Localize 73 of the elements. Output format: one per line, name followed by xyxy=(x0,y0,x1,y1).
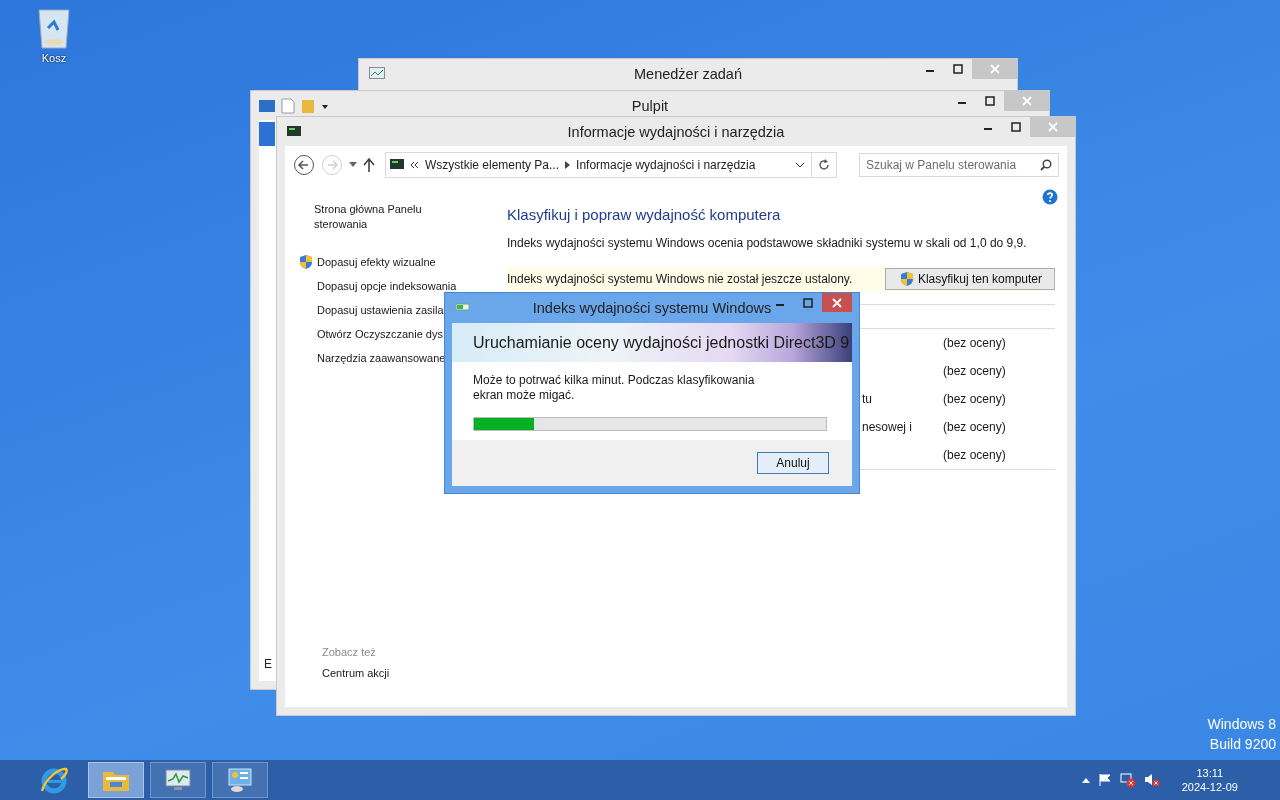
section-heading: Zobacz też xyxy=(322,646,377,658)
recycle-bin-icon[interactable] xyxy=(36,6,72,50)
breadcrumb[interactable]: Informacje wydajności i narzędzia xyxy=(576,158,756,172)
sidebar-link[interactable]: Dopasuj opcje indeksowania xyxy=(317,280,457,292)
rate-button[interactable]: Klasyfikuj ten komputer xyxy=(884,268,1055,290)
sidebar-link[interactable]: Dopasuj ustawienia zasila xyxy=(317,304,444,316)
monitor-icon xyxy=(287,125,301,138)
sidebar-link[interactable]: Dopasuj efekty wizualne xyxy=(317,256,436,268)
dialog-title: Indeks wydajności systemu Windows xyxy=(532,300,772,316)
window-title: Pulpit xyxy=(631,97,669,114)
search-icon xyxy=(1040,159,1052,171)
description-text: Indeks wydajności systemu Windows ocenia podstawowe składniki systemu w skali od 1,0 do 9,9. xyxy=(507,236,1028,250)
taskbar-button[interactable] xyxy=(88,762,144,798)
show-hidden-icons[interactable] xyxy=(1081,777,1090,783)
component-label: nesowej i xyxy=(862,420,913,434)
cancel-button[interactable]: Anuluj xyxy=(757,452,829,474)
window-title: Menedżer zadań xyxy=(634,65,742,82)
score-value: (bez oceny) xyxy=(943,448,1007,462)
close-icon xyxy=(832,297,842,308)
network-error-icon[interactable] xyxy=(1119,772,1136,788)
shield-icon xyxy=(299,254,313,270)
caret-icon[interactable] xyxy=(349,162,357,168)
window-title: Informacje wydajności i narzędzia xyxy=(567,123,785,140)
maximize-icon[interactable] xyxy=(803,298,813,308)
score-value: (bez oceny) xyxy=(943,336,1007,350)
clock[interactable]: 13:11 2024-12-09 xyxy=(1181,767,1238,793)
component-label: tu xyxy=(862,392,872,406)
breadcrumb-arrow-icon[interactable] xyxy=(565,161,571,169)
close-icon xyxy=(989,64,1000,74)
rating-icon xyxy=(455,302,471,314)
breadcrumb[interactable]: Wszystkie elementy Pa... xyxy=(425,158,560,172)
back-button[interactable] xyxy=(293,154,315,176)
partial-text: E xyxy=(264,657,272,671)
clock-time: 13:11 xyxy=(1196,767,1224,779)
up-arrow-icon[interactable] xyxy=(363,158,375,172)
monitor-chart-icon xyxy=(163,767,193,793)
chevron-icon[interactable] xyxy=(410,161,419,169)
score-value: (bez oceny) xyxy=(943,420,1007,434)
edition-text: Build 9200 xyxy=(1209,736,1276,752)
search-field[interactable]: Szukaj w Panelu sterowania xyxy=(859,153,1059,177)
sidebar-link[interactable]: Centrum akcji xyxy=(322,667,507,679)
maximize-icon[interactable] xyxy=(985,96,995,106)
clock-date: 2024-12-09 xyxy=(1181,781,1238,793)
maximize-icon[interactable] xyxy=(1011,122,1021,132)
score-value: (bez oceny) xyxy=(943,364,1007,378)
desktop-icon-label[interactable]: Kosz xyxy=(41,52,67,64)
maximize-icon[interactable] xyxy=(953,64,963,74)
control-panel-icon xyxy=(225,766,255,794)
flag-icon[interactable] xyxy=(1097,773,1112,787)
help-icon[interactable] xyxy=(1042,189,1058,205)
refresh-icon xyxy=(818,159,830,171)
dropdown-chevron-icon[interactable] xyxy=(795,162,805,168)
sidebar-link[interactable]: Otwórz Oczyszczanie dys xyxy=(317,328,443,340)
edition-text: Windows 8 xyxy=(1207,716,1276,732)
taskbar-button[interactable] xyxy=(212,762,268,798)
sidebar-link[interactable]: Narzędzia zaawansowane xyxy=(317,352,446,364)
close-icon xyxy=(1021,96,1032,106)
close-button[interactable] xyxy=(822,293,852,312)
desktop-icon xyxy=(259,99,275,112)
sidebar-link[interactable]: Strona główna Panelu sterowania xyxy=(314,202,444,232)
monitor-icon xyxy=(390,159,404,171)
score-value: (bez oceny) xyxy=(943,392,1007,406)
taskbar-button[interactable] xyxy=(150,762,206,798)
shield-icon xyxy=(899,271,914,287)
banner-text: Uruchamianie oceny wydajności jednostki Direct3D 9 xyxy=(473,333,850,352)
muted-speaker-icon[interactable] xyxy=(1143,772,1160,788)
close-icon xyxy=(1047,122,1058,132)
status-text: Indeks wydajności systemu Windows nie został jeszcze ustalony. xyxy=(507,272,853,286)
address-bar[interactable]: Wszystkie elementy Pa... Informacje wydajności i narzędzia xyxy=(385,152,837,178)
chart-icon xyxy=(369,66,385,81)
message-text: Może to potrwać kilka minut. Podczas klasyfikowania ekran może migać. xyxy=(472,372,756,403)
page-heading: Klasyfikuj i popraw wydajność komputera xyxy=(507,206,782,223)
browser-icon xyxy=(39,765,69,795)
